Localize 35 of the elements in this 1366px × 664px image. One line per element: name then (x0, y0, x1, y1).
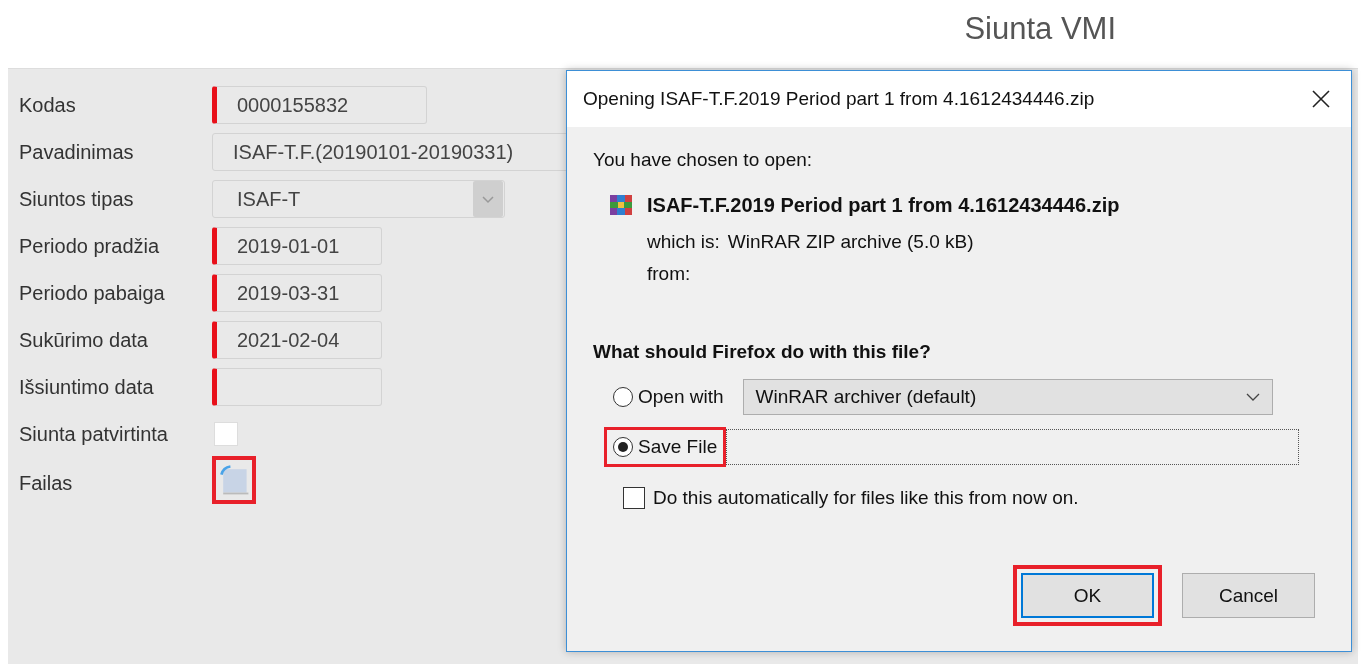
checkbox[interactable] (214, 422, 238, 446)
question-text: What should Firefox do with this file? (593, 341, 932, 363)
radio-option[interactable]: Open with (604, 377, 733, 417)
field-label: Siuntos tipas (19, 187, 135, 211)
type-value: WinRAR ZIP archive (5.0 kB) (727, 231, 974, 253)
field-label: Išsiuntimo data (19, 375, 155, 399)
file-name: ISAF-T.F.2019 Period part 1 from 4.1612434446.zip (647, 193, 1120, 217)
text-field[interactable] (212, 368, 382, 406)
dialog-title: Opening ISAF-T.F.2019 Period part 1 from 4.1612434446.zip (583, 88, 1095, 110)
text-field[interactable]: 2019-03-31 (212, 274, 382, 312)
field-label: Kodas (19, 93, 77, 117)
dropdown-icon (473, 181, 503, 217)
auto-checkbox[interactable]: Do this automatically for files like this from now on. (623, 487, 1325, 509)
chevron-down-icon (1245, 393, 1260, 401)
field-label: Siunta patvirtinta (19, 422, 169, 446)
field-label: Failas (19, 471, 74, 495)
select-field[interactable]: ISAF-T (212, 180, 505, 218)
app-dropdown[interactable]: WinRAR archiver (default) (742, 379, 1273, 415)
field-label: Sukūrimo data (19, 328, 149, 352)
text-field[interactable]: 0000155832 (212, 86, 427, 124)
close-icon[interactable] (1311, 89, 1331, 109)
dialog-button[interactable]: Cancel (1182, 573, 1315, 618)
text-field[interactable]: 2021-02-04 (212, 321, 382, 359)
page-title: Siunta VMI (964, 11, 1116, 47)
type-label: which is: (647, 231, 720, 253)
field-label: Periodo pradžia (19, 234, 161, 258)
text-field[interactable]: 2019-01-01 (212, 227, 382, 265)
from-label: from: (647, 263, 692, 285)
file-button[interactable] (212, 456, 256, 504)
intro-text: You have chosen to open: (593, 149, 814, 171)
dialog-button[interactable]: OK (1021, 573, 1154, 618)
field-label: Pavadinimas (19, 140, 135, 164)
field-label: Periodo pabaiga (19, 281, 166, 305)
archive-icon (609, 193, 633, 217)
radio-option[interactable]: Save File (604, 427, 727, 467)
